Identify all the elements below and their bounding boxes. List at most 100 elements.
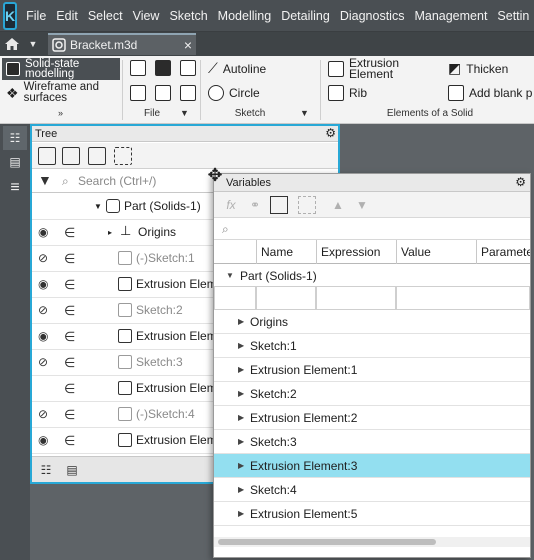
- preview-icon[interactable]: [155, 85, 176, 101]
- wireframe-surfaces-mode-button[interactable]: ❖ Wireframe and surfaces: [2, 81, 120, 104]
- chevron-right-icon[interactable]: ▶: [238, 406, 244, 430]
- arrow-down-icon[interactable]: ▼: [354, 196, 370, 214]
- eye-hidden-icon[interactable]: ⊘: [38, 407, 54, 421]
- thicken-button[interactable]: ◩ Thicken: [448, 60, 508, 77]
- tree-hierarchy-icon[interactable]: [62, 147, 80, 165]
- edit-cell[interactable]: [214, 286, 256, 310]
- menu-select[interactable]: Select: [83, 9, 128, 23]
- components-icon[interactable]: [88, 147, 106, 165]
- print-icon[interactable]: [130, 85, 151, 101]
- eye-icon[interactable]: ◉: [38, 277, 54, 291]
- variables-root-row[interactable]: ▼ Part (Solids-1): [214, 264, 530, 288]
- function-icon[interactable]: fx: [222, 196, 240, 214]
- add-blank-part-button[interactable]: Add blank p: [448, 85, 532, 101]
- horizontal-scrollbar[interactable]: [214, 537, 530, 547]
- include-icon[interactable]: ∈: [64, 381, 78, 396]
- chevron-right-icon[interactable]: ▸: [108, 228, 112, 237]
- chevron-right-icon[interactable]: ▶: [238, 358, 244, 382]
- variables-row[interactable]: ▶ Sketch:1: [214, 334, 530, 358]
- include-icon[interactable]: ∈: [64, 329, 78, 344]
- insert-variable-icon[interactable]: [298, 196, 316, 214]
- tree-structure-icon[interactable]: [38, 147, 56, 165]
- eye-icon[interactable]: ◉: [38, 225, 54, 239]
- chevron-down-icon[interactable]: »: [58, 108, 63, 118]
- eye-hidden-icon[interactable]: ⊘: [38, 251, 54, 265]
- app-logo-icon[interactable]: K: [3, 1, 18, 30]
- variables-row[interactable]: ▶ Sketch:4: [214, 478, 530, 502]
- arrow-up-icon[interactable]: ▲: [330, 196, 346, 214]
- save-icon[interactable]: [180, 60, 201, 76]
- selection-filter-icon[interactable]: [114, 147, 132, 165]
- chevron-right-icon[interactable]: ▶: [238, 478, 244, 502]
- column-name[interactable]: Name: [256, 240, 316, 264]
- properties-panel-icon[interactable]: ▤: [3, 150, 27, 174]
- column-expression[interactable]: Expression: [316, 240, 396, 264]
- chevron-right-icon[interactable]: ▶: [238, 454, 244, 478]
- eye-icon[interactable]: ◉: [38, 433, 54, 447]
- edit-cell-expression[interactable]: [316, 286, 396, 310]
- variables-row[interactable]: ▶ Extrusion Element:1: [214, 358, 530, 382]
- chevron-down-icon[interactable]: ▼: [24, 33, 42, 55]
- open-folder-icon[interactable]: [155, 60, 176, 76]
- list-view-icon[interactable]: ▤: [60, 458, 84, 482]
- edit-cell-name[interactable]: [256, 286, 316, 310]
- tree-panel-icon[interactable]: ☷: [3, 126, 27, 150]
- chevron-down-icon[interactable]: ▼: [226, 264, 234, 288]
- circle-button[interactable]: Circle: [208, 85, 260, 101]
- eye-hidden-icon[interactable]: ⊘: [38, 355, 54, 369]
- chevron-right-icon[interactable]: ▶: [238, 430, 244, 454]
- solid-modelling-mode-button[interactable]: Solid-state modelling: [2, 58, 120, 80]
- close-icon[interactable]: ×: [184, 37, 192, 53]
- autoline-button[interactable]: ⟋ Autoline: [208, 60, 266, 77]
- variables-row[interactable]: ▶ Extrusion Element:5: [214, 502, 530, 526]
- chevron-right-icon[interactable]: ▶: [238, 502, 244, 526]
- chevron-right-icon[interactable]: ▶: [238, 334, 244, 358]
- filter-icon[interactable]: ▼: [38, 173, 52, 187]
- rib-button[interactable]: Rib: [328, 85, 367, 101]
- chevron-right-icon[interactable]: ▶: [238, 310, 244, 334]
- gear-icon[interactable]: ⚙: [515, 175, 526, 189]
- menu-management[interactable]: Management: [409, 9, 492, 23]
- chevron-down-icon[interactable]: ▼: [94, 202, 102, 211]
- chevron-right-icon[interactable]: ▶: [238, 382, 244, 406]
- edit-cell-value[interactable]: [396, 286, 530, 310]
- include-icon[interactable]: ∈: [64, 225, 78, 240]
- include-icon[interactable]: ∈: [64, 355, 78, 370]
- tab-bracket[interactable]: Bracket.m3d ×: [48, 33, 196, 55]
- variables-row[interactable]: ▶ Extrusion Element:3: [214, 454, 530, 478]
- column-value[interactable]: Value: [396, 240, 476, 264]
- new-file-icon[interactable]: [130, 60, 151, 76]
- export-icon[interactable]: [180, 85, 201, 101]
- include-icon[interactable]: ∈: [64, 251, 78, 266]
- scrollbar-thumb[interactable]: [218, 539, 436, 545]
- extrusion-element-button[interactable]: Extrusion Element: [328, 57, 409, 80]
- menu-diagnostics[interactable]: Diagnostics: [335, 9, 410, 23]
- variables-row[interactable]: ▶ Origins: [214, 310, 530, 334]
- menu-sketch[interactable]: Sketch: [164, 9, 212, 23]
- home-icon[interactable]: [0, 33, 24, 55]
- eye-icon[interactable]: ◉: [38, 329, 54, 343]
- include-icon[interactable]: ∈: [64, 277, 78, 292]
- variables-search-input[interactable]: ⌕: [214, 218, 530, 240]
- menu-edit[interactable]: Edit: [51, 9, 83, 23]
- gear-icon[interactable]: ⚙: [325, 126, 336, 140]
- table-icon[interactable]: [270, 196, 288, 214]
- menu-file[interactable]: File: [21, 9, 51, 23]
- include-icon[interactable]: ∈: [64, 433, 78, 448]
- include-icon[interactable]: ∈: [64, 407, 78, 422]
- eye-hidden-icon[interactable]: ⊘: [38, 303, 54, 317]
- variables-row[interactable]: ▶ Sketch:2: [214, 382, 530, 406]
- variables-row[interactable]: ▶ Extrusion Element:2: [214, 406, 530, 430]
- menu-settings[interactable]: Settin: [492, 9, 534, 23]
- link-icon[interactable]: ⚭: [246, 196, 264, 214]
- column-parameter[interactable]: Paramete: [476, 240, 530, 264]
- variables-row[interactable]: ▶ Sketch:3: [214, 430, 530, 454]
- menu-detailing[interactable]: Detailing: [276, 9, 335, 23]
- menu-view[interactable]: View: [128, 9, 165, 23]
- include-icon[interactable]: ∈: [64, 303, 78, 318]
- tree-view-icon[interactable]: ☷: [34, 458, 58, 482]
- chevron-down-icon[interactable]: ▼: [300, 108, 309, 118]
- menu-panel-icon[interactable]: ≡: [3, 176, 27, 200]
- menu-modelling[interactable]: Modelling: [213, 9, 277, 23]
- chevron-down-icon[interactable]: ▼: [180, 108, 189, 118]
